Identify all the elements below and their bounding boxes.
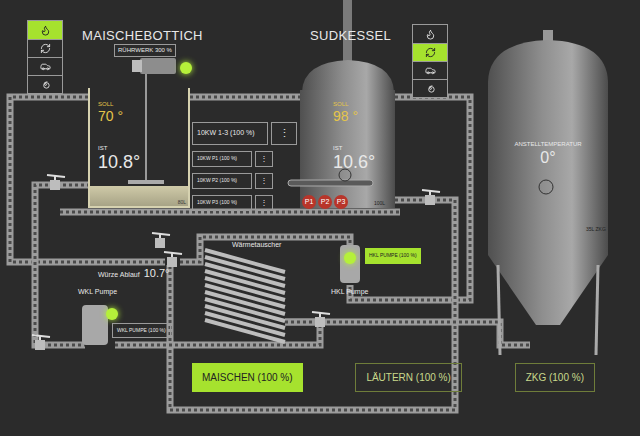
heater-menu-button[interactable]: ⋮ <box>271 122 297 145</box>
mode-button[interactable] <box>28 57 62 75</box>
kettle-readings: SOLL98 °IST10.6° <box>333 100 375 172</box>
valve-icon[interactable] <box>47 175 65 190</box>
kettle-title: SUDKESSEL <box>310 26 391 46</box>
mode-button[interactable] <box>413 61 447 79</box>
car-icon <box>425 65 436 76</box>
mode-button[interactable] <box>28 75 62 93</box>
wkl-pump-button[interactable]: WKL PUMPE (100 %) <box>112 323 171 338</box>
step-button[interactable]: MAISCHEN (100 %) <box>192 363 303 392</box>
pipe <box>190 97 300 98</box>
hkl-pump-label: HKL Pumpe <box>331 287 368 298</box>
car-icon <box>40 61 51 72</box>
mode-panel <box>412 24 448 98</box>
pipe <box>60 212 400 213</box>
heater-button[interactable]: 10KW P3 (100 %)⋮ <box>192 195 297 211</box>
heating-element[interactable]: P1 <box>302 195 316 209</box>
heater-list: 10KW 1-3 (100 %)⋮ 10KW P1 (100 %)⋮ 10KW P2… <box>192 122 297 211</box>
mode-button[interactable] <box>413 79 447 97</box>
heater-menu-button[interactable]: ⋮ <box>255 195 273 211</box>
heating-element[interactable]: P2 <box>318 195 332 209</box>
valve-icon[interactable] <box>152 233 170 248</box>
step-button[interactable]: ZKG (100 %) <box>515 363 595 392</box>
kettle-capacity: 100L <box>374 200 385 208</box>
mash-tun-capacity: 80L <box>178 199 186 207</box>
heat-exchanger-coil <box>205 250 285 342</box>
step-bar: MAISCHEN (100 %) LÄUTERN (100 %) ZKG (100 … <box>192 363 595 392</box>
mash-tun-base: 80L <box>90 186 188 206</box>
heater-menu-button[interactable]: ⋮ <box>255 173 273 189</box>
wkl-pump-label: WKL Pumpe <box>78 287 117 298</box>
valve-icon[interactable] <box>32 335 50 350</box>
valve-icon[interactable] <box>164 252 182 267</box>
circulate-icon <box>40 43 51 54</box>
heater-button[interactable]: 10KW 1-3 (100 %)⋮ <box>192 122 297 145</box>
valve-icon[interactable] <box>422 190 440 205</box>
circulate-icon <box>425 47 436 58</box>
spiral-icon <box>425 83 436 94</box>
kettle-icon <box>288 0 395 208</box>
heating-elements: P1P2P3 <box>302 195 348 209</box>
heat-exchanger-label: Wärmetauscher <box>232 240 281 251</box>
brewery-screen: MAISCHEBOTTICH SUDKESSEL RÜHRWERK 300 % 80L… <box>0 0 640 436</box>
heating-element[interactable]: P3 <box>334 195 348 209</box>
hkl-pump-button[interactable]: HKL PUMPE (100 %) <box>365 248 421 264</box>
spiral-icon <box>40 79 51 90</box>
heat-icon <box>425 29 436 40</box>
mash-tun-title: MAISCHEBOTTICH <box>82 26 203 46</box>
status-lamp <box>106 308 118 320</box>
status-lamp <box>344 252 356 264</box>
mode-button[interactable] <box>413 43 447 61</box>
fermenter-capacity: 35L ZKG <box>586 226 606 234</box>
heater-menu-button[interactable]: ⋮ <box>255 151 273 167</box>
fermenter-readings: ANSTELLTEMPERATUR0° <box>496 140 600 166</box>
heat-icon <box>40 25 51 36</box>
mode-button[interactable] <box>28 21 62 39</box>
valve-icon[interactable] <box>312 312 330 327</box>
stirrer-button[interactable]: RÜHRWERK 300 % <box>114 44 176 57</box>
wort-outlet: Würze Ablauf10.7° <box>98 265 169 282</box>
step-button[interactable]: LÄUTERN (100 %) <box>355 363 461 392</box>
process-diagram <box>0 0 640 436</box>
mode-button[interactable] <box>28 39 62 57</box>
pump-icon <box>82 245 360 345</box>
mode-button[interactable] <box>413 25 447 43</box>
mash-tun-readings: SOLL70 °IST10.8° <box>98 100 140 172</box>
heater-button[interactable]: 10KW P1 (100 %)⋮ <box>192 151 297 167</box>
status-lamp <box>180 62 192 74</box>
mode-panel <box>27 20 63 94</box>
heater-button[interactable]: 10KW P2 (100 %)⋮ <box>192 173 297 189</box>
fermenter-icon <box>488 30 608 355</box>
